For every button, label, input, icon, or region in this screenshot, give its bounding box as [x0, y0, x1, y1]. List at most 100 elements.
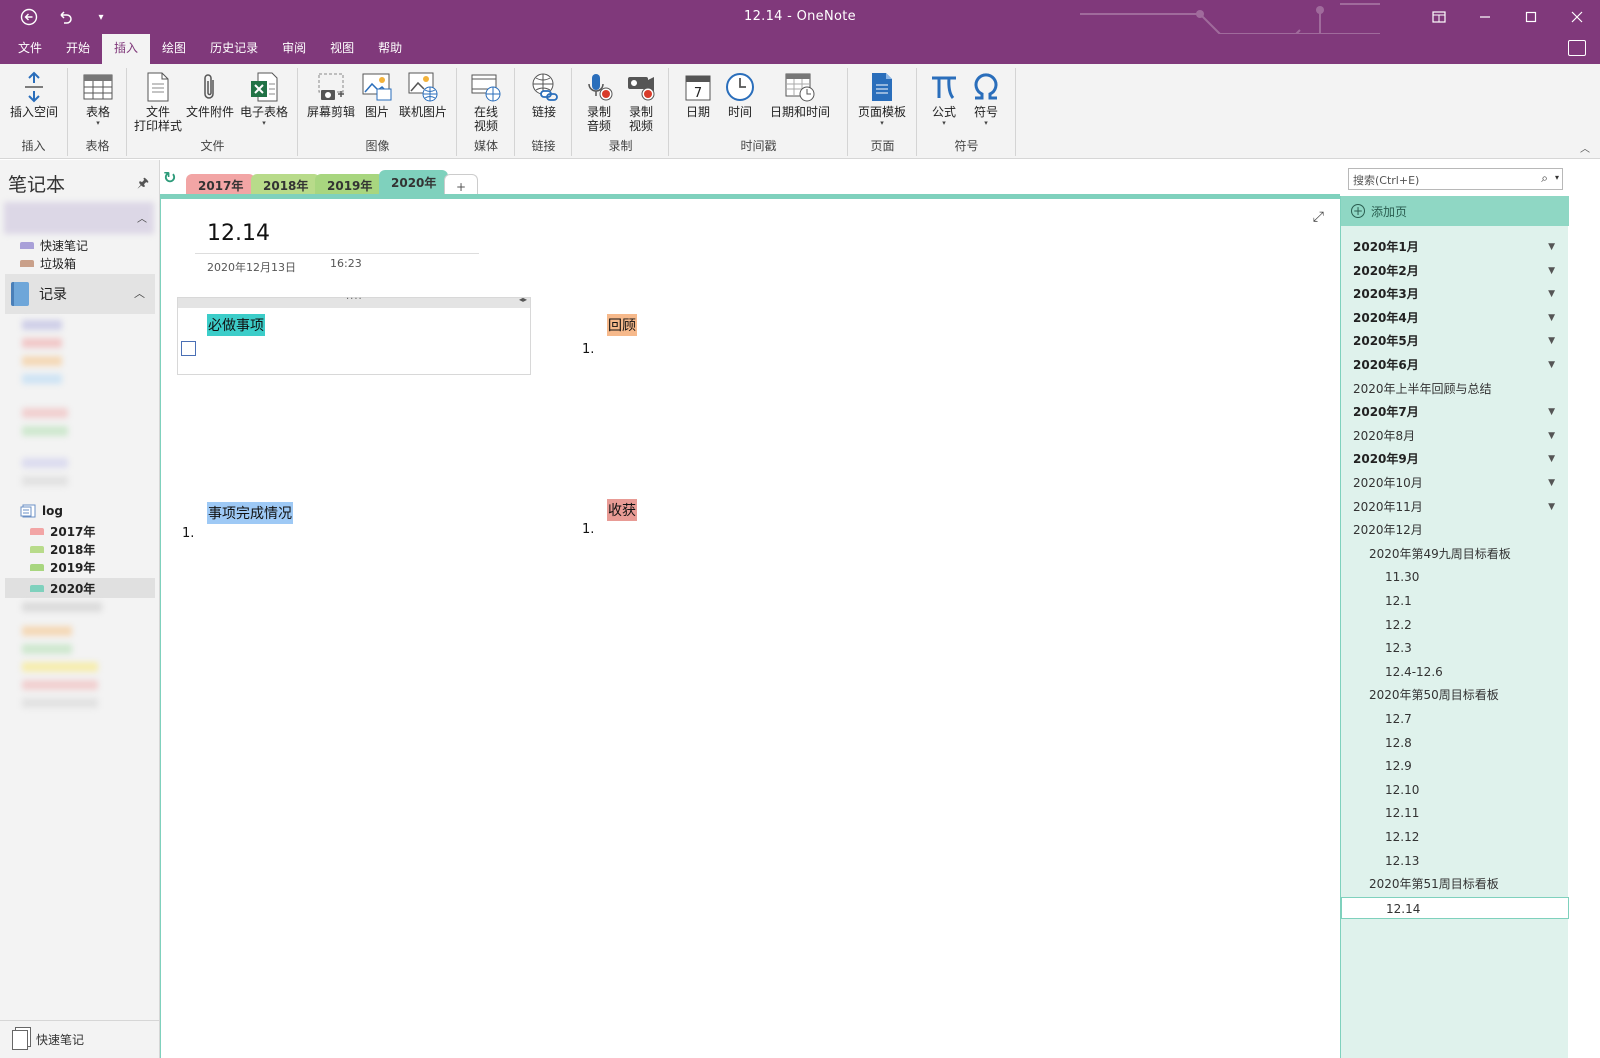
list-item-number[interactable]: 1.	[582, 522, 594, 537]
chevron-down-icon[interactable]: ▼	[1548, 307, 1555, 329]
notebook-log[interactable]: log	[20, 502, 63, 520]
page-item[interactable]: 2020年9月 ▼	[1341, 448, 1569, 470]
file-attachment-button[interactable]: 文件附件	[184, 70, 236, 119]
menu-tab-file[interactable]: 文件	[6, 34, 54, 64]
screen-clipping-button[interactable]: 屏幕剪辑	[305, 70, 357, 119]
chevron-down-icon[interactable]: ▼	[1548, 496, 1555, 518]
page-item[interactable]: 12.3	[1341, 637, 1569, 659]
search-icon[interactable]: ⌕	[1541, 171, 1548, 186]
chevron-down-icon[interactable]: ▾	[1555, 173, 1559, 182]
online-video-button[interactable]: 在线 视频	[460, 70, 512, 133]
chevron-down-icon[interactable]: ▼	[1548, 236, 1555, 258]
menu-tab-review[interactable]: 审阅	[270, 34, 318, 64]
time-button[interactable]: 时间	[714, 70, 766, 119]
container-handle[interactable]: ···· ◂▸	[178, 294, 530, 308]
menu-tab-view[interactable]: 视图	[318, 34, 366, 64]
page-item[interactable]: 2020年11月 ▼	[1341, 496, 1569, 518]
link-button[interactable]: 链接	[518, 70, 570, 119]
heading-completion[interactable]: 事项完成情况	[207, 502, 293, 524]
page-item[interactable]: 12.13	[1341, 850, 1569, 872]
page-item[interactable]: 12.10	[1341, 779, 1569, 801]
nav-item-trash[interactable]: 垃圾箱	[20, 254, 76, 272]
page-item[interactable]: 2020年8月 ▼	[1341, 425, 1569, 447]
pin-icon[interactable]: 🖈	[137, 174, 149, 196]
collapse-ribbon-icon[interactable]: ︿	[1580, 140, 1590, 155]
maximize-icon[interactable]	[1508, 0, 1554, 34]
close-icon[interactable]	[1554, 0, 1600, 34]
heading-todo[interactable]: 必做事项	[207, 314, 265, 336]
list-item-number[interactable]: 1.	[182, 526, 194, 541]
picture-button[interactable]: 图片	[351, 70, 403, 119]
page-item[interactable]: 2020年第49九周目标看板	[1341, 543, 1569, 565]
page-item[interactable]: 2020年6月 ▼	[1341, 354, 1569, 376]
chevron-down-icon[interactable]: ▼	[1548, 425, 1555, 447]
heading-harvest[interactable]: 收获	[607, 499, 637, 521]
page-item[interactable]: 2020年上半年回顾与总结	[1341, 378, 1569, 400]
add-page-button[interactable]: + 添加页	[1341, 196, 1569, 226]
online-picture-button[interactable]: 联机图片	[397, 70, 449, 119]
chevron-down-icon[interactable]: ▼	[1548, 448, 1555, 470]
quick-notes-button[interactable]: 快速笔记	[0, 1020, 159, 1058]
symbol-button[interactable]: 符号 ▾	[960, 70, 1012, 127]
section-2018[interactable]: 2018年	[30, 540, 95, 558]
drag-handle-icon[interactable]: ····	[346, 294, 363, 305]
note-container-todo[interactable]: ···· ◂▸	[177, 294, 531, 375]
page-canvas[interactable]: ⤢ 12.14 2020年12月13日 16:23 ···· ◂▸ 必做事项 回…	[160, 199, 1340, 1058]
chevron-down-icon[interactable]: ▼	[1548, 260, 1555, 282]
chevron-down-icon[interactable]: ▼	[1548, 354, 1555, 376]
page-item[interactable]: 2020年第51周目标看板	[1341, 873, 1569, 895]
table-button[interactable]: 表格 ▾	[72, 70, 124, 127]
notebook-blurred[interactable]	[4, 202, 154, 234]
page-item[interactable]: 12.12	[1341, 826, 1569, 848]
list-item-number[interactable]: 1.	[582, 342, 594, 357]
spreadsheet-button[interactable]: 电子表格 ▾	[238, 70, 290, 127]
heading-review[interactable]: 回顾	[607, 314, 637, 336]
page-item[interactable]: 11.30	[1341, 566, 1569, 588]
page-item[interactable]: 12.2	[1341, 614, 1569, 636]
section-2019[interactable]: 2019年	[30, 558, 95, 576]
page-item[interactable]: 2020年1月 ▼	[1341, 236, 1569, 258]
menu-tab-insert[interactable]: 插入	[102, 34, 151, 64]
chevron-up-icon[interactable]: ︿	[137, 210, 147, 225]
insert-space-button[interactable]: 插入空间	[8, 70, 60, 119]
page-item[interactable]: 12.1	[1341, 590, 1569, 612]
page-item[interactable]: 2020年4月 ▼	[1341, 307, 1569, 329]
page-item[interactable]: 12.9	[1341, 755, 1569, 777]
page-item[interactable]: 2020年5月 ▼	[1341, 330, 1569, 352]
page-item[interactable]: 2020年7月 ▼	[1341, 401, 1569, 423]
page-templates-button[interactable]: 页面模板 ▾	[849, 70, 915, 127]
chevron-down-icon[interactable]: ▼	[1548, 401, 1555, 423]
page-item[interactable]: 12.14	[1341, 897, 1569, 919]
page-item[interactable]: 2020年2月 ▼	[1341, 260, 1569, 282]
todo-checkbox[interactable]	[181, 341, 196, 356]
chevron-down-icon[interactable]: ▼	[1548, 330, 1555, 352]
menu-tab-history[interactable]: 历史记录	[198, 34, 270, 64]
page-item[interactable]: 2020年第50周目标看板	[1341, 684, 1569, 706]
page-item[interactable]: 12.11	[1341, 802, 1569, 824]
resize-arrows-icon[interactable]: ◂▸	[519, 295, 527, 304]
page-item[interactable]: 12.7	[1341, 708, 1569, 730]
chevron-down-icon[interactable]: ▼	[1548, 472, 1555, 494]
section-2017[interactable]: 2017年	[30, 522, 95, 540]
nav-item-quicknotes[interactable]: 快速笔记	[20, 236, 88, 254]
record-video-button[interactable]: 录制 视频	[615, 70, 667, 133]
menu-tab-draw[interactable]: 绘图	[150, 34, 198, 64]
chevron-down-icon[interactable]: ▼	[1548, 283, 1555, 305]
sync-icon[interactable]: ↻	[163, 168, 176, 187]
date-and-time-button[interactable]: 日期和时间	[768, 70, 832, 119]
page-item[interactable]: 2020年3月 ▼	[1341, 283, 1569, 305]
restore-icon[interactable]	[1416, 0, 1462, 34]
page-item[interactable]: 12.8	[1341, 732, 1569, 754]
search-input[interactable]: 搜索(Ctrl+E) ⌕ ▾	[1348, 168, 1563, 190]
section-2020[interactable]: 2020年	[30, 579, 95, 597]
notebook-record[interactable]: 记录 ︿	[5, 274, 155, 314]
file-printout-button[interactable]: 文件 打印样式	[132, 70, 184, 133]
menu-tab-home[interactable]: 开始	[54, 34, 102, 64]
expand-icon[interactable]: ⤢	[1313, 209, 1324, 225]
chevron-up-icon[interactable]: ︿	[134, 285, 145, 301]
feedback-icon[interactable]	[1568, 40, 1586, 56]
page-item[interactable]: 12.4-12.6	[1341, 661, 1569, 683]
menu-tab-help[interactable]: 帮助	[366, 34, 414, 64]
minimize-icon[interactable]	[1462, 0, 1508, 34]
page-title[interactable]: 12.14	[207, 221, 270, 246]
